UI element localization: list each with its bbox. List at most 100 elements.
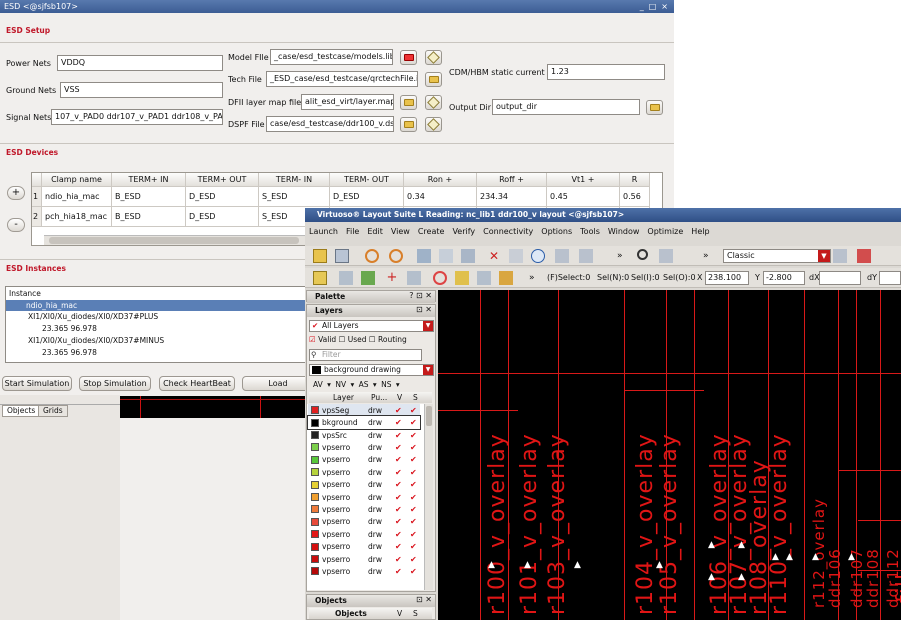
table-cell[interactable]: ndio_hia_mac <box>42 187 112 207</box>
power-nets-input[interactable]: VDDQ <box>57 55 223 71</box>
flag-icon[interactable] <box>499 271 513 285</box>
model-file-edit-button[interactable] <box>425 50 442 65</box>
ns-toggle[interactable]: NS <box>381 380 391 389</box>
selectable-checkbox[interactable]: ✔ <box>410 493 417 502</box>
column-header[interactable]: TERM+ OUT <box>186 173 259 187</box>
chevron-down-icon[interactable]: ▼ <box>818 250 830 262</box>
tree-item[interactable]: XI1/XI0/Xu_diodes/XI0/XD37#MINUS <box>28 336 164 345</box>
selectable-checkbox[interactable]: ✔ <box>410 480 417 489</box>
output-dir-input[interactable]: output_dir <box>492 99 640 115</box>
layer-row[interactable]: vpserro drw ✔ ✔ <box>308 454 420 467</box>
menu-view[interactable]: View <box>387 224 414 239</box>
menu-launch[interactable]: Launch <box>305 224 342 239</box>
chevron-down-icon[interactable]: ▼ <box>423 365 433 375</box>
layer-row[interactable]: vpserro drw ✔ ✔ <box>308 491 420 504</box>
snap-icon[interactable] <box>407 271 421 285</box>
col-objects[interactable]: Objects <box>335 608 367 619</box>
col-visible[interactable]: V <box>397 608 402 619</box>
selectable-checkbox[interactable]: ✔ <box>410 505 417 514</box>
scroll-thumb[interactable] <box>426 406 432 426</box>
open-icon[interactable] <box>313 249 327 263</box>
minimize-icon[interactable]: _ <box>640 0 644 13</box>
visible-checkbox[interactable]: ✔ <box>395 443 402 452</box>
visible-checkbox[interactable]: ✔ <box>395 505 402 514</box>
visible-checkbox[interactable]: ✔ <box>395 517 402 526</box>
layer-row[interactable]: vpserro drw ✔ ✔ <box>308 528 420 541</box>
output-dir-browse-button[interactable] <box>646 100 663 115</box>
table-cell[interactable]: 0.56 <box>620 187 650 207</box>
menu-file[interactable]: File <box>342 224 363 239</box>
hierarchy-icon[interactable] <box>555 249 569 263</box>
menu-tools[interactable]: Tools <box>576 224 604 239</box>
ruler-icon[interactable] <box>339 271 353 285</box>
overflow-icon[interactable]: » <box>529 271 543 285</box>
visible-checkbox[interactable]: ✔ <box>395 567 402 576</box>
workspace-save-icon[interactable] <box>857 249 871 263</box>
table-cell[interactable]: D_ESD <box>186 207 259 227</box>
column-header[interactable]: Clamp name <box>42 173 112 187</box>
col-selectable[interactable]: S <box>413 608 418 619</box>
routing-checkbox[interactable]: ☐ <box>369 335 376 344</box>
menu-create[interactable]: Create <box>414 224 449 239</box>
dspf-file-input[interactable]: case/esd_testcase/ddr100_v.dspf <box>266 116 394 132</box>
tech-file-browse-button[interactable] <box>425 72 442 87</box>
remove-device-button[interactable]: - <box>7 218 25 232</box>
menu-options[interactable]: Options <box>537 224 576 239</box>
column-header[interactable]: Ron + <box>404 173 477 187</box>
menu-help[interactable]: Help <box>687 224 713 239</box>
table-row[interactable]: 1 ndio_hia_mac B_ESD D_ESD S_ESD D_ESD 0… <box>32 187 650 207</box>
selectable-checkbox[interactable]: ✔ <box>410 517 417 526</box>
signal-nets-input[interactable]: 107_v_PAD0 ddr107_v_PAD1 ddr108_v_PAD <box>51 109 223 125</box>
col-purpose[interactable]: Pu... <box>371 392 387 403</box>
dspf-edit-button[interactable] <box>425 117 442 132</box>
overflow-icon[interactable]: » <box>617 249 631 263</box>
visible-checkbox[interactable]: ✔ <box>395 555 402 564</box>
table-cell[interactable]: B_ESD <box>112 207 186 227</box>
table-cell[interactable]: 0.45 <box>547 187 620 207</box>
visible-checkbox[interactable]: ✔ <box>395 431 402 440</box>
layer-filter-input[interactable]: ⚲ Filter <box>309 349 422 361</box>
av-toggle[interactable]: AV <box>313 380 323 389</box>
layer-row[interactable]: vpsSrc drw ✔ ✔ <box>308 429 420 442</box>
cdm-hbm-input[interactable]: 1.23 <box>547 64 665 80</box>
used-checkbox[interactable]: ☐ <box>339 335 346 344</box>
tree-item[interactable]: 23.365 96.978 <box>42 324 97 333</box>
menu-optimize[interactable]: Optimize <box>643 224 687 239</box>
model-file-input[interactable]: _case/esd_testcase/models.lib <box>270 49 393 65</box>
descend-icon[interactable] <box>579 249 593 263</box>
tool-icon[interactable] <box>477 271 491 285</box>
tree-item[interactable]: ndio_hia_mac <box>26 301 77 310</box>
dfii-edit-button[interactable] <box>425 95 442 110</box>
layout-canvas[interactable]: r100_v_overlay r101_v_overlay r103_v_overl… <box>438 290 901 620</box>
dfii-browse-button[interactable] <box>400 95 417 110</box>
ground-nets-input[interactable]: VSS <box>60 82 223 98</box>
menu-verify[interactable]: Verify <box>448 224 479 239</box>
as-toggle[interactable]: AS <box>359 380 369 389</box>
tab-objects[interactable]: Objects <box>2 405 41 417</box>
visible-checkbox[interactable]: ✔ <box>395 406 402 415</box>
column-header[interactable]: TERM- IN <box>259 173 330 187</box>
selectable-checkbox[interactable]: ✔ <box>410 542 417 551</box>
redo-icon[interactable] <box>389 249 403 263</box>
search-icon[interactable] <box>637 249 648 260</box>
tab-grids[interactable]: Grids <box>38 405 68 417</box>
table-cell[interactable]: D_ESD <box>330 187 404 207</box>
menu-window[interactable]: Window <box>604 224 644 239</box>
dspf-browse-button[interactable] <box>400 117 417 132</box>
table-cell[interactable]: B_ESD <box>112 187 186 207</box>
load-button[interactable]: Load <box>242 376 314 391</box>
selectable-checkbox[interactable]: ✔ <box>410 455 417 464</box>
undo-icon[interactable] <box>365 249 379 263</box>
layer-icon[interactable] <box>361 271 375 285</box>
tree-item[interactable]: 23.365 96.978 <box>42 348 97 357</box>
chevron-down-icon[interactable]: ▼ <box>423 321 433 331</box>
col-selectable[interactable]: S <box>413 392 418 403</box>
layer-row[interactable]: vpserro drw ✔ ✔ <box>308 553 420 566</box>
layer-row[interactable]: vpserro drw ✔ ✔ <box>308 478 420 491</box>
tech-file-input[interactable]: _ESD_case/esd_testcase/qrctechFile.ict <box>266 71 418 87</box>
column-header[interactable]: R <box>620 173 650 187</box>
zoom-icon[interactable] <box>659 249 673 263</box>
objects-controls-icon[interactable]: ⊡ ✕ <box>416 595 432 604</box>
menu-connectivity[interactable]: Connectivity <box>479 224 537 239</box>
marker-icon[interactable] <box>433 271 447 285</box>
